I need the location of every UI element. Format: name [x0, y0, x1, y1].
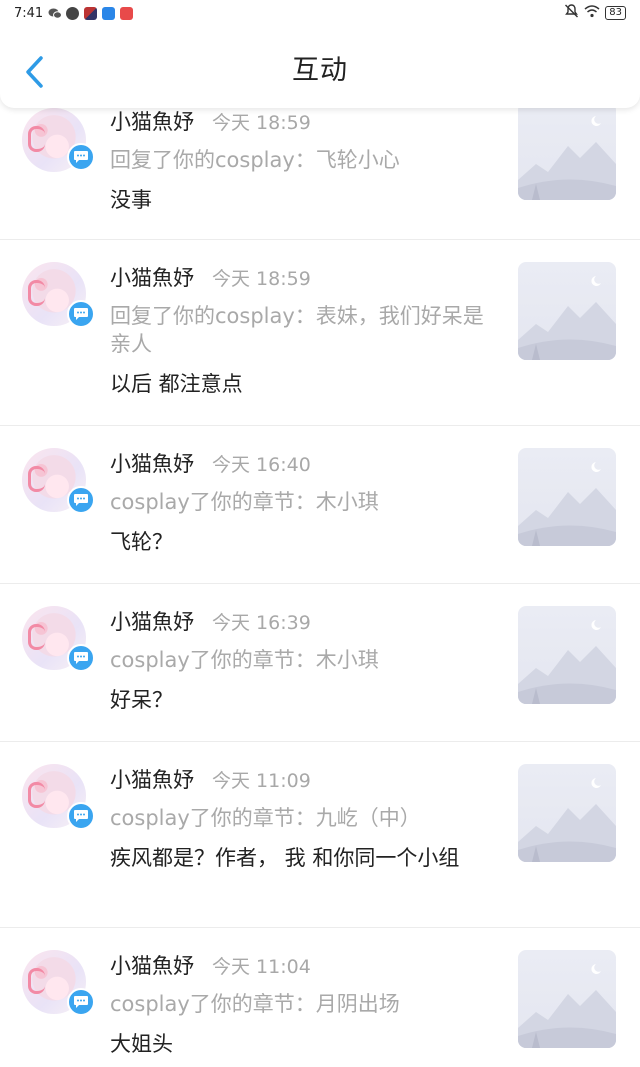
comment-badge-icon [67, 644, 95, 672]
message-text: 以后 都注意点 [110, 372, 243, 396]
comment-badge-icon [67, 802, 95, 830]
app-icon-cloud [102, 6, 116, 20]
list-item[interactable]: 小猫魚妤 今天 16:40 cosplay了你的章节：木小琪 飞轮？ [0, 426, 640, 584]
user-name[interactable]: 小猫魚妤 [110, 106, 194, 136]
timestamp: 今天 16:40 [212, 454, 311, 476]
message-text: 没事 [110, 188, 152, 212]
thumbnail-placeholder[interactable] [518, 262, 616, 360]
name-line: 小猫魚妤 今天 18:59 [110, 106, 490, 136]
timestamp: 今天 16:39 [212, 612, 311, 634]
context-text: cosplay了你的章节：木小琪 [110, 490, 379, 514]
wifi-icon [584, 4, 600, 22]
header: 互动 [0, 26, 640, 108]
app-icon-globe [66, 6, 80, 20]
battery-icon: 83 [605, 6, 626, 20]
list-item[interactable]: 小猫魚妤 今天 16:39 cosplay了你的章节：木小琪 好呆？ [0, 584, 640, 742]
user-name[interactable]: 小猫魚妤 [110, 950, 194, 980]
item-text: 小猫魚妤 今天 11:04 cosplay了你的章节：月阴出场 大姐头 [110, 950, 490, 1058]
timestamp: 今天 11:09 [212, 770, 311, 792]
status-right: 83 [564, 4, 626, 22]
status-time: 7:41 [14, 5, 44, 21]
context-text: cosplay了你的章节：木小琪 [110, 648, 379, 672]
message-text: 大姐头 [110, 1032, 173, 1056]
image-placeholder-icon [518, 116, 616, 200]
item-text: 小猫魚妤 今天 18:59 回复了你的cosplay：表妹，我们好呆是亲人 以后… [110, 262, 490, 398]
context-text: cosplay了你的章节：九屹（中） [110, 806, 421, 830]
app-icon-game [84, 6, 98, 20]
wechat-icon [48, 7, 63, 20]
comment-badge-icon [67, 486, 95, 514]
thumbnail-placeholder[interactable] [518, 950, 616, 1048]
name-line: 小猫魚妤 今天 11:04 [110, 950, 490, 980]
message-text: 好呆？ [110, 688, 173, 712]
item-text: 小猫魚妤 今天 16:40 cosplay了你的章节：木小琪 飞轮？ [110, 448, 490, 556]
context-text: cosplay了你的章节：月阴出场 [110, 992, 400, 1016]
thumbnail-placeholder[interactable] [518, 764, 616, 862]
timestamp: 今天 18:59 [212, 268, 311, 290]
item-text: 小猫魚妤 今天 18:59 回复了你的cosplay：飞轮小心 没事 [110, 106, 490, 214]
user-name[interactable]: 小猫魚妤 [110, 606, 194, 636]
name-line: 小猫魚妤 今天 18:59 [110, 262, 490, 292]
page-title: 互动 [292, 54, 348, 86]
context-text: 回复了你的cosplay：表妹，我们好呆是亲人 [110, 304, 484, 356]
app-icon-red [120, 6, 134, 20]
battery-level: 83 [609, 7, 622, 18]
status-bar: 7:41 83 [0, 0, 640, 26]
comment-badge-icon [67, 988, 95, 1016]
image-placeholder-icon [518, 462, 616, 546]
list-item[interactable]: 小猫魚妤 今天 18:59 回复了你的cosplay：表妹，我们好呆是亲人 以后… [0, 240, 640, 426]
user-name[interactable]: 小猫魚妤 [110, 262, 194, 292]
item-text: 小猫魚妤 今天 16:39 cosplay了你的章节：木小琪 好呆？ [110, 606, 490, 714]
image-placeholder-icon [518, 620, 616, 704]
timestamp: 今天 18:59 [212, 112, 311, 134]
image-placeholder-icon [518, 778, 616, 862]
name-line: 小猫魚妤 今天 11:09 [110, 764, 490, 794]
thumbnail-placeholder[interactable] [518, 448, 616, 546]
status-left: 7:41 [14, 5, 134, 21]
back-button[interactable] [18, 52, 52, 92]
user-name[interactable]: 小猫魚妤 [110, 764, 194, 794]
item-text: 小猫魚妤 今天 11:09 cosplay了你的章节：九屹（中） 疾风都是？作者… [110, 764, 490, 872]
timestamp: 今天 11:04 [212, 956, 311, 978]
thumbnail-placeholder[interactable] [518, 102, 616, 200]
chevron-left-icon [26, 56, 43, 88]
user-name[interactable]: 小猫魚妤 [110, 448, 194, 478]
list-item[interactable]: 小猫魚妤 今天 11:09 cosplay了你的章节：九屹（中） 疾风都是？作者… [0, 742, 640, 928]
image-placeholder-icon [518, 964, 616, 1048]
name-line: 小猫魚妤 今天 16:40 [110, 448, 490, 478]
mute-icon [564, 4, 579, 22]
comment-badge-icon [67, 300, 95, 328]
comment-badge-icon [67, 143, 95, 171]
name-line: 小猫魚妤 今天 16:39 [110, 606, 490, 636]
message-text: 飞轮？ [110, 530, 173, 554]
image-placeholder-icon [518, 276, 616, 360]
list-item[interactable]: 小猫魚妤 今天 18:59 回复了你的cosplay：飞轮小心 没事 [0, 100, 640, 240]
thumbnail-placeholder[interactable] [518, 606, 616, 704]
screen: 7:41 83 互动 小猫魚妤 今天 18:59 回复了你的cosplay：飞轮… [0, 0, 640, 1067]
context-text: 回复了你的cosplay：飞轮小心 [110, 148, 400, 172]
message-text: 疾风都是？作者， 我 和你同一个小组 [110, 846, 460, 870]
list-item[interactable]: 小猫魚妤 今天 11:04 cosplay了你的章节：月阴出场 大姐头 [0, 928, 640, 1067]
